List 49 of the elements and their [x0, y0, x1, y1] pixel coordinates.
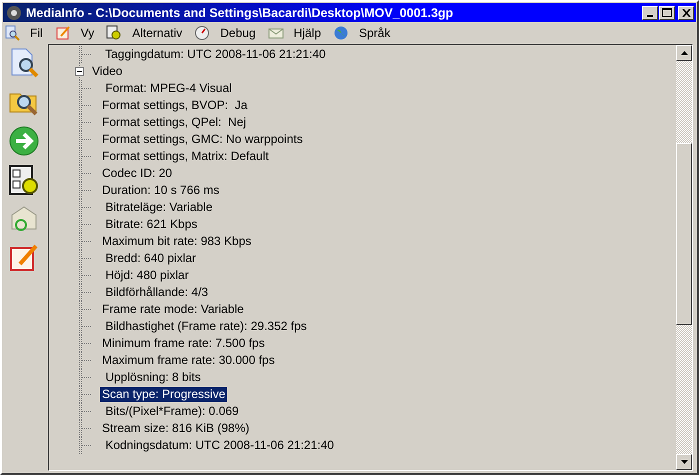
tree-item[interactable]: Maximum bit rate: 983 Kbps — [100, 234, 254, 249]
tree-item[interactable]: Maximum frame rate: 30.000 fps — [100, 353, 277, 368]
magnifier-icon — [4, 25, 20, 41]
globe-icon — [333, 25, 349, 41]
up-arrow-icon — [680, 51, 688, 55]
window-title: MediaInfo - C:\Documents and Settings\Bacardi\Desktop\MOV_0001.3gp — [26, 6, 454, 20]
menu-item[interactable]: Alternativ — [106, 25, 190, 41]
tree-item[interactable]: Format: MPEG-4 Visual — [100, 81, 234, 96]
scroll-thumb[interactable] — [676, 143, 692, 325]
menu-item[interactable]: Debug — [194, 25, 264, 41]
tree-item[interactable]: Kodningsdatum: UTC 2008-11-06 21:21:40 — [100, 438, 336, 453]
tree-item[interactable]: Bitrateläge: Variable — [100, 200, 215, 215]
maximize-button[interactable] — [659, 6, 675, 20]
tree-item[interactable]: Taggingdatum: UTC 2008-11-06 21:21:40 — [100, 47, 328, 62]
collapse-toggle[interactable] — [75, 67, 84, 76]
tree-item[interactable]: Format settings, QPel: Nej — [100, 115, 248, 130]
tree-item[interactable]: Bredd: 640 pixlar — [100, 251, 198, 266]
minimize-button[interactable] — [642, 6, 658, 20]
menu-item[interactable]: Hjälp — [268, 25, 329, 41]
tree-item[interactable]: Bildförhållande: 4/3 — [100, 285, 210, 300]
maximize-icon — [662, 8, 672, 17]
minimize-icon — [647, 14, 653, 16]
tree-item[interactable]: Höjd: 480 pixlar — [100, 268, 191, 283]
tree-item[interactable]: Stream size: 816 KiB (98%) — [100, 421, 252, 436]
scrollbar[interactable] — [676, 45, 692, 470]
app-icon — [6, 4, 22, 20]
close-icon — [682, 8, 690, 16]
notepad-icon — [54, 25, 71, 41]
close-button[interactable] — [678, 6, 694, 20]
tree-item[interactable]: Format settings, GMC: No warppoints — [100, 132, 305, 147]
tree-item[interactable]: Frame rate mode: Variable — [100, 302, 246, 317]
tree-item[interactable]: Format settings, BVOP: Ja — [100, 98, 250, 113]
tree-item[interactable]: Bitrate: 621 Kbps — [100, 217, 200, 232]
tree-item[interactable]: Duration: 10 s 766 ms — [100, 183, 222, 198]
menu-item[interactable]: Språk — [333, 25, 398, 41]
tree-item[interactable]: Format settings, Matrix: Default — [100, 149, 271, 164]
tree-item[interactable]: Minimum frame rate: 7.500 fps — [100, 336, 267, 351]
tree-item[interactable]: Bits/(Pixel*Frame): 0.069 — [100, 404, 241, 419]
tree-node[interactable]: Video — [90, 64, 124, 79]
scroll-up-button[interactable] — [676, 45, 692, 61]
tree-item[interactable]: Upplösning: 8 bits — [100, 370, 203, 385]
tree-item[interactable]: Codec ID: 20 — [100, 166, 174, 181]
menu-item[interactable]: Vy — [54, 25, 102, 41]
dial-icon — [194, 25, 210, 41]
tree-item[interactable]: Scan type: Progressive — [100, 387, 228, 402]
tree-item[interactable]: Bildhastighet (Frame rate): 29.352 fps — [100, 319, 309, 334]
down-arrow-icon — [680, 460, 688, 464]
scroll-down-button[interactable] — [676, 454, 692, 470]
menu-item[interactable]: Fil — [4, 25, 51, 41]
